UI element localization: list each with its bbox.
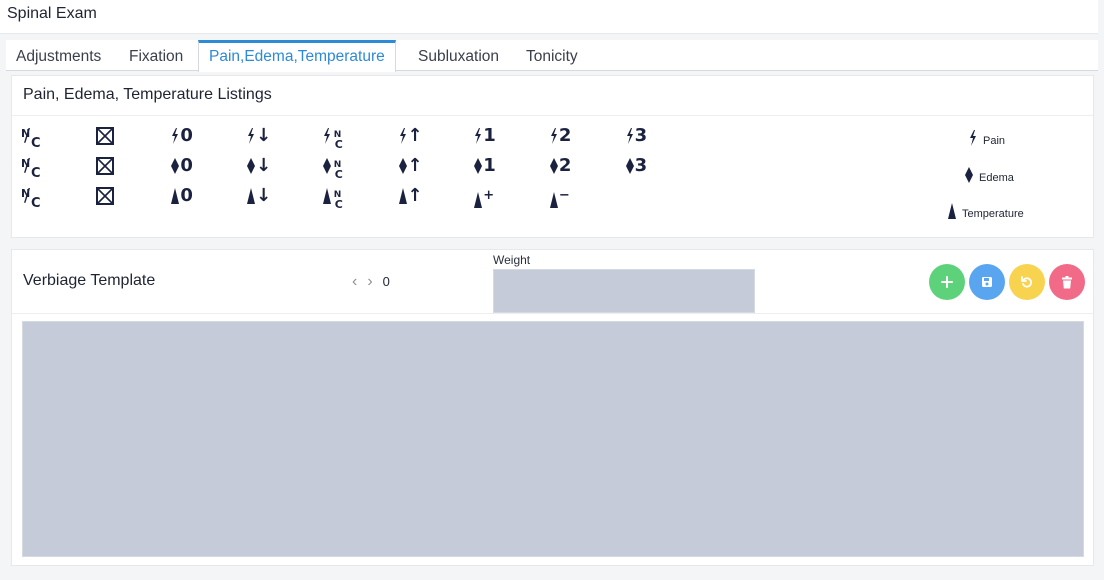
undo-icon: [1021, 276, 1032, 288]
temperature-icon: [948, 203, 962, 220]
pager-value: 0: [382, 274, 390, 289]
legend-temperature-label: Temperature: [962, 208, 1024, 220]
page-title: Spinal Exam: [7, 5, 97, 22]
pain-up-symbol[interactable]: ↑: [399, 125, 459, 151]
chevron-left-icon[interactable]: ‹: [352, 273, 357, 291]
delete-button[interactable]: [1049, 264, 1085, 300]
edema-down-symbol[interactable]: ↓: [247, 155, 307, 181]
pain-2-symbol[interactable]: 2: [550, 125, 610, 151]
temperature-0-symbol[interactable]: 0: [171, 185, 231, 211]
pain-box-symbol[interactable]: [95, 125, 156, 151]
edema-icon: [965, 167, 979, 184]
tab-tonicity[interactable]: Tonicity: [516, 40, 588, 71]
edema-up-symbol[interactable]: ↑: [398, 155, 459, 181]
edema-3-symbol[interactable]: 3: [625, 155, 686, 181]
save-icon: [982, 277, 992, 287]
verbiage-panel: Verbiage Template ‹ › 0 Weight: [11, 249, 1094, 566]
temperature-nc-symbol[interactable]: N / C: [20, 185, 80, 211]
listings-title: Pain, Edema, Temperature Listings: [23, 86, 272, 103]
edema-box-symbol[interactable]: [95, 155, 156, 181]
symbol-legend: Pain Edema Temperature: [943, 116, 1093, 236]
weight-label: Weight: [493, 253, 531, 267]
pain-nc-symbol[interactable]: N / C: [20, 125, 80, 151]
temperature-down-symbol[interactable]: ↓: [247, 185, 307, 211]
edema-0-symbol[interactable]: 0: [171, 155, 231, 181]
legend-edema-label: Edema: [979, 172, 1014, 184]
pain-icon: [969, 130, 983, 147]
temperature-up-symbol[interactable]: ↑: [398, 185, 459, 211]
tab-subluxation[interactable]: Subluxation: [408, 40, 509, 71]
undo-button[interactable]: [1009, 264, 1045, 300]
chevron-right-icon[interactable]: ›: [367, 273, 372, 291]
pain-1-symbol[interactable]: 1: [474, 125, 534, 151]
weight-input[interactable]: [493, 269, 755, 313]
tab-adjustments[interactable]: Adjustments: [6, 40, 111, 71]
temperature-minus-symbol[interactable]: −: [549, 185, 610, 211]
delete-icon: [1062, 275, 1072, 288]
edema-nc-symbol[interactable]: N / C: [20, 155, 80, 181]
title-bar: Spinal Exam: [0, 0, 1098, 34]
legend-temperature: Temperature: [948, 203, 1024, 220]
verbiage-text-area[interactable]: [22, 321, 1084, 557]
edema-nc-level-symbol[interactable]: NC: [322, 155, 383, 181]
temperature-nc-level-symbol[interactable]: NC: [322, 185, 383, 211]
pain-3-symbol[interactable]: 3: [626, 125, 686, 151]
template-pager: ‹ › 0: [352, 273, 390, 291]
add-button[interactable]: [929, 264, 965, 300]
legend-edema: Edema: [965, 167, 1014, 184]
edema-1-symbol[interactable]: 1: [474, 155, 534, 181]
pain-0-symbol[interactable]: 0: [171, 125, 231, 151]
pain-down-symbol[interactable]: ↓: [247, 125, 307, 151]
listings-header: Pain, Edema, Temperature Listings: [12, 76, 1093, 116]
tab-bar: Adjustments Fixation Pain,Edema,Temperat…: [6, 40, 1098, 72]
legend-pain: Pain: [969, 130, 1005, 147]
verbiage-title: Verbiage Template: [23, 272, 156, 289]
legend-pain-label: Pain: [983, 135, 1006, 147]
pain-nc-level-symbol[interactable]: NC: [323, 125, 383, 151]
edema-2-symbol[interactable]: 2: [549, 155, 610, 181]
temperature-plus-symbol[interactable]: +: [474, 185, 534, 211]
save-button[interactable]: [969, 264, 1005, 300]
tab-pain-edema-temperature[interactable]: Pain,Edema,Temperature: [198, 40, 396, 72]
temperature-box-symbol[interactable]: [95, 185, 156, 211]
listings-panel: Pain, Edema, Temperature Listings N / C 0 ↓ N…: [11, 75, 1094, 238]
add-icon: [941, 276, 953, 288]
tab-fixation[interactable]: Fixation: [119, 40, 193, 71]
verbiage-header: Verbiage Template ‹ › 0 Weight: [12, 250, 1093, 314]
